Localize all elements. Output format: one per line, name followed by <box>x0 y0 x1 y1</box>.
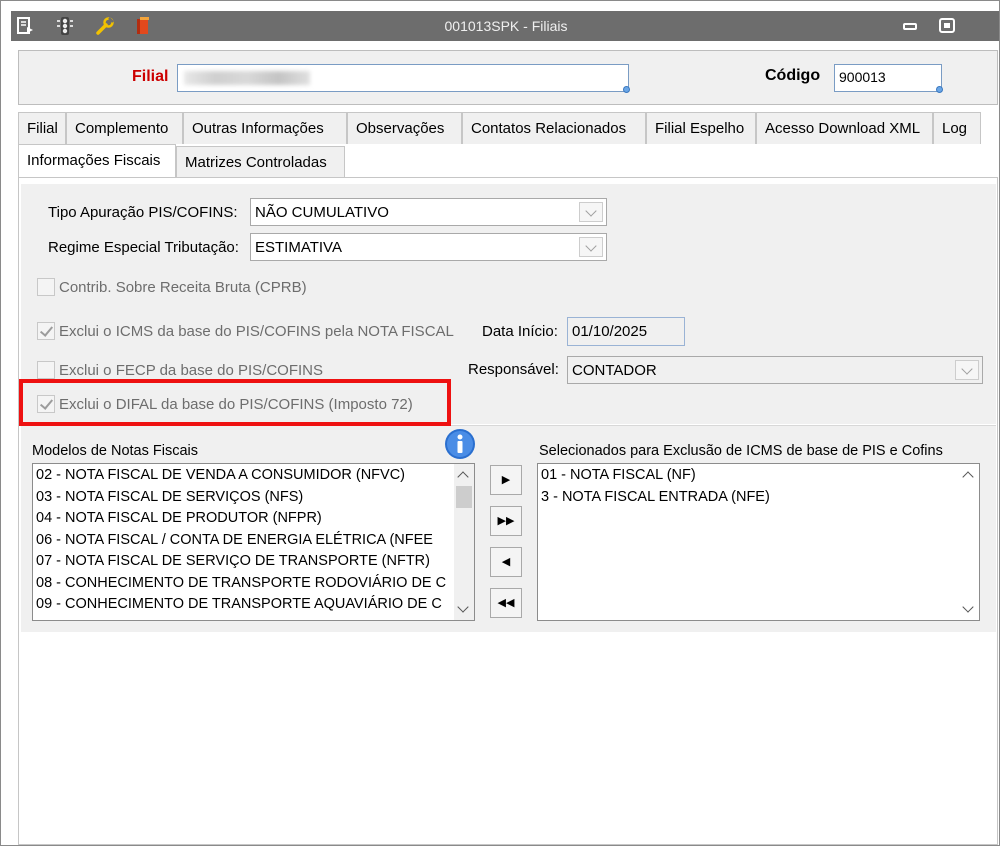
responsavel-value: CONTADOR <box>572 362 657 379</box>
data-inicio-field[interactable]: 01/10/2025 <box>567 317 685 346</box>
tab-label: Acesso Download XML <box>765 120 921 137</box>
chevron-down-icon[interactable] <box>955 360 979 380</box>
tab-log[interactable]: Log <box>933 112 981 144</box>
icms-label: Exclui o ICMS da base do PIS/COFINS pela… <box>59 323 454 340</box>
tab-label: Outras Informações <box>192 120 324 137</box>
restore-icon[interactable] <box>936 16 958 36</box>
tab-label: Complemento <box>75 120 169 137</box>
filial-label: Filial <box>132 68 169 85</box>
fecp-checkbox[interactable] <box>37 361 55 379</box>
remove-all-button[interactable]: ◀◀ <box>490 588 522 618</box>
tab-contatos-relacionados[interactable]: Contatos Relacionados <box>462 112 646 144</box>
scrollbar-thumb[interactable] <box>456 486 472 508</box>
list-item[interactable]: 06 - NOTA FISCAL / CONTA DE ENERGIA ELÉT… <box>33 530 474 552</box>
modelos-label: Modelos de Notas Fiscais <box>32 443 199 459</box>
difal-highlight-box <box>19 379 451 426</box>
tab-label: Log <box>942 120 968 137</box>
tab-complemento[interactable]: Complemento <box>66 112 183 144</box>
selecionados-scrollbar[interactable] <box>959 464 979 620</box>
tipo-apuracao-value: NÃO CUMULATIVO <box>255 204 389 221</box>
info-icon[interactable] <box>444 428 476 460</box>
filiais-window: 001013SPK - Filiais Filial Código 900013… <box>0 0 1000 846</box>
filial-field[interactable] <box>177 64 630 93</box>
minimize-icon[interactable] <box>899 16 921 36</box>
chevron-down-icon[interactable] <box>579 237 603 257</box>
cprb-checkbox[interactable] <box>37 278 55 296</box>
tab-matrizes-controladas[interactable]: Matrizes Controladas <box>176 146 345 178</box>
responsavel-select[interactable]: CONTADOR <box>567 356 983 384</box>
chevron-up-icon[interactable] <box>962 471 974 483</box>
regime-value: ESTIMATIVA <box>255 239 342 256</box>
tab-label: Matrizes Controladas <box>185 154 327 171</box>
tab-filial[interactable]: Filial <box>18 112 66 144</box>
regime-select[interactable]: ESTIMATIVA <box>250 233 607 261</box>
codigo-label: Código <box>765 67 821 84</box>
tab-label: Filial <box>27 120 58 137</box>
tab-acesso-download-xml[interactable]: Acesso Download XML <box>756 112 933 144</box>
chevron-up-icon[interactable] <box>457 471 469 483</box>
list-item[interactable]: 01 - NOTA FISCAL (NF) <box>538 465 979 487</box>
regime-label: Regime Especial Tributação: <box>48 239 239 256</box>
window-title: 001013SPK - Filiais <box>444 18 568 34</box>
tipo-apuracao-select[interactable]: NÃO CUMULATIVO <box>250 198 607 226</box>
list-item[interactable]: 09 - CONHECIMENTO DE TRANSPORTE AQUAVIÁR… <box>33 594 474 616</box>
data-inicio-label: Data Início: <box>482 323 558 340</box>
list-item[interactable]: 04 - NOTA FISCAL DE PRODUTOR (NFPR) <box>33 508 474 530</box>
list-item[interactable]: 08 - CONHECIMENTO DE TRANSPORTE RODOVIÁR… <box>33 573 474 595</box>
data-inicio-value: 01/10/2025 <box>572 323 648 340</box>
tab-label: Filial Espelho <box>655 120 745 137</box>
tab-filial-espelho[interactable]: Filial Espelho <box>646 112 756 144</box>
list-item[interactable]: 3 - NOTA FISCAL ENTRADA (NFE) <box>538 487 979 509</box>
chevron-down-icon[interactable] <box>579 202 603 222</box>
cprb-label: Contrib. Sobre Receita Bruta (CPRB) <box>59 279 307 296</box>
tab-outras-informacoes[interactable]: Outras Informações <box>183 112 347 144</box>
fecp-label: Exclui o FECP da base do PIS/COFINS <box>59 362 324 379</box>
modelos-scrollbar[interactable] <box>454 464 474 620</box>
redacted-filial-name <box>184 71 310 85</box>
codigo-value: 900013 <box>839 69 886 85</box>
selecionados-listbox[interactable]: 01 - NOTA FISCAL (NF) 3 - NOTA FISCAL EN… <box>537 463 980 621</box>
lookup-icon[interactable] <box>936 86 943 93</box>
tab-informacoes-fiscais[interactable]: Informações Fiscais <box>18 144 176 177</box>
tab-observacoes[interactable]: Observações <box>347 112 462 144</box>
list-item[interactable]: 07 - NOTA FISCAL DE SERVIÇO DE TRANSPORT… <box>33 551 474 573</box>
codigo-field[interactable]: 900013 <box>834 64 943 93</box>
modelos-listbox[interactable]: 02 - NOTA FISCAL DE VENDA A CONSUMIDOR (… <box>32 463 475 621</box>
selecionados-label: Selecionados para Exclusão de ICMS de ba… <box>539 443 943 459</box>
list-item[interactable]: 03 - NOTA FISCAL DE SERVIÇOS (NFS) <box>33 487 474 509</box>
chevron-down-icon[interactable] <box>962 601 974 613</box>
chevron-down-icon[interactable] <box>457 601 469 613</box>
tab-label: Contatos Relacionados <box>471 120 627 137</box>
list-item[interactable]: 02 - NOTA FISCAL DE VENDA A CONSUMIDOR (… <box>33 465 474 487</box>
tipo-apuracao-label: Tipo Apuração PIS/COFINS: <box>48 204 238 221</box>
add-selected-button[interactable]: ▶ <box>490 465 522 495</box>
icms-checkbox[interactable] <box>37 322 55 340</box>
lookup-icon[interactable] <box>623 86 630 93</box>
title-bar: 001013SPK - Filiais <box>11 11 999 41</box>
add-all-button[interactable]: ▶▶ <box>490 506 522 536</box>
responsavel-label: Responsável: <box>468 361 559 378</box>
tab-label: Observações <box>356 120 445 137</box>
remove-selected-button[interactable]: ◀ <box>490 547 522 577</box>
tab-label: Informações Fiscais <box>27 152 161 169</box>
